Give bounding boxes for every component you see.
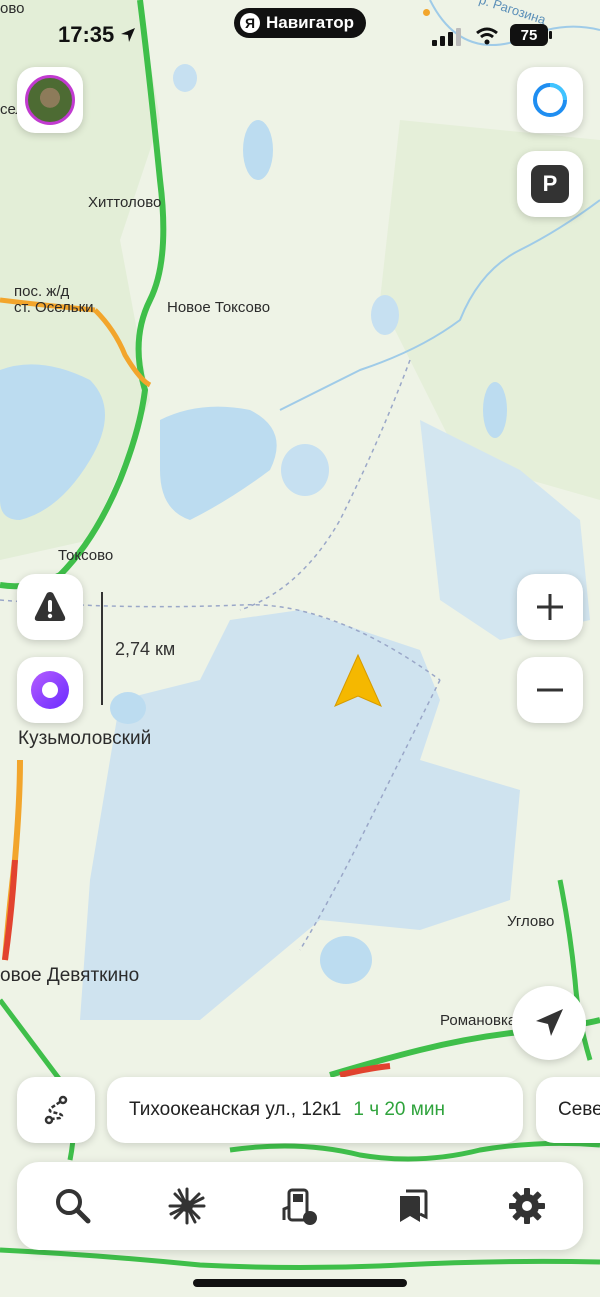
settings-button[interactable] xyxy=(501,1180,553,1232)
lake xyxy=(281,444,329,496)
route-suggestion-card-next[interactable]: Севе xyxy=(536,1077,600,1143)
bookmarks-button[interactable] xyxy=(387,1180,439,1232)
zoom-in-button[interactable] xyxy=(517,574,583,640)
route-icon xyxy=(44,1095,68,1125)
yandex-logo-icon: Я xyxy=(240,13,260,33)
map-label-oselki: ст. Осельки xyxy=(14,299,94,316)
bookmarks-icon xyxy=(400,1189,428,1222)
route-next-text: Севе xyxy=(558,1099,600,1120)
search-button[interactable] xyxy=(47,1180,99,1232)
map-label-uglovo: Углово xyxy=(507,913,555,930)
status-bar: 17:35 Я Навигатор 75 xyxy=(0,0,600,70)
alice-icon xyxy=(31,671,69,709)
map-label-novoe-devyatkino: овое Девяткино xyxy=(0,965,140,986)
scale-label: 2,74 км xyxy=(115,639,176,659)
lake xyxy=(320,936,372,984)
plus-icon xyxy=(537,594,563,620)
map-label-romanovka: Романовка xyxy=(440,1012,517,1029)
status-time: 17:35 xyxy=(58,22,136,48)
lake xyxy=(110,692,146,724)
cellular-signal-icon xyxy=(432,28,461,46)
gas-station-button[interactable] xyxy=(274,1180,326,1232)
time-text: 17:35 xyxy=(58,22,115,47)
gas-station-icon xyxy=(282,1188,317,1225)
search-icon xyxy=(56,1189,91,1224)
lake xyxy=(371,295,399,335)
explore-button[interactable] xyxy=(161,1180,213,1232)
scale-bar xyxy=(101,592,103,705)
route-suggestion-card[interactable]: Тихоокеанская ул., 12к1 1 ч 20 мин xyxy=(107,1077,523,1143)
battery-tip xyxy=(549,31,552,39)
location-services-icon xyxy=(121,28,136,42)
app-pill[interactable]: Я Навигатор xyxy=(234,8,367,38)
avatar xyxy=(25,75,75,125)
alice-assistant-button[interactable] xyxy=(17,657,83,723)
profile-button[interactable] xyxy=(17,67,83,133)
locate-me-button[interactable] xyxy=(512,986,586,1060)
lake xyxy=(243,120,273,180)
battery-indicator: 75 xyxy=(510,24,548,46)
map-label-kuzmolovsky: Кузьмоловский xyxy=(18,728,152,749)
map-label-station-prefix: пос. ж/д xyxy=(14,283,70,300)
parking-icon: P xyxy=(531,165,569,203)
alice-ring-icon xyxy=(533,83,567,117)
map-label-hittolovo: Хиттолово xyxy=(88,194,162,211)
route-options-button[interactable] xyxy=(17,1077,95,1143)
route-eta: 1 ч 20 мин xyxy=(353,1099,445,1120)
settings-icon xyxy=(509,1188,545,1224)
explore-icon xyxy=(168,1187,206,1225)
lake xyxy=(483,382,507,438)
app-pill-label: Навигатор xyxy=(266,13,355,32)
wifi-icon xyxy=(476,27,498,45)
map-label-toksovo: Токсово xyxy=(58,547,114,564)
alice-voice-button[interactable] xyxy=(517,67,583,133)
map-label-novoe-toksovo: Новое Токсово xyxy=(167,299,271,316)
warning-icon xyxy=(34,592,66,621)
bottom-toolbar xyxy=(17,1162,583,1250)
route-address: Тихоокеанская ул., 12к1 xyxy=(129,1099,342,1120)
navigation-arrow-icon xyxy=(536,1009,563,1036)
report-incident-button[interactable] xyxy=(17,574,83,640)
minus-icon xyxy=(537,688,563,692)
zoom-out-button[interactable] xyxy=(517,657,583,723)
home-indicator xyxy=(193,1279,407,1287)
parking-button[interactable]: P xyxy=(517,151,583,217)
privacy-dot xyxy=(423,9,430,16)
